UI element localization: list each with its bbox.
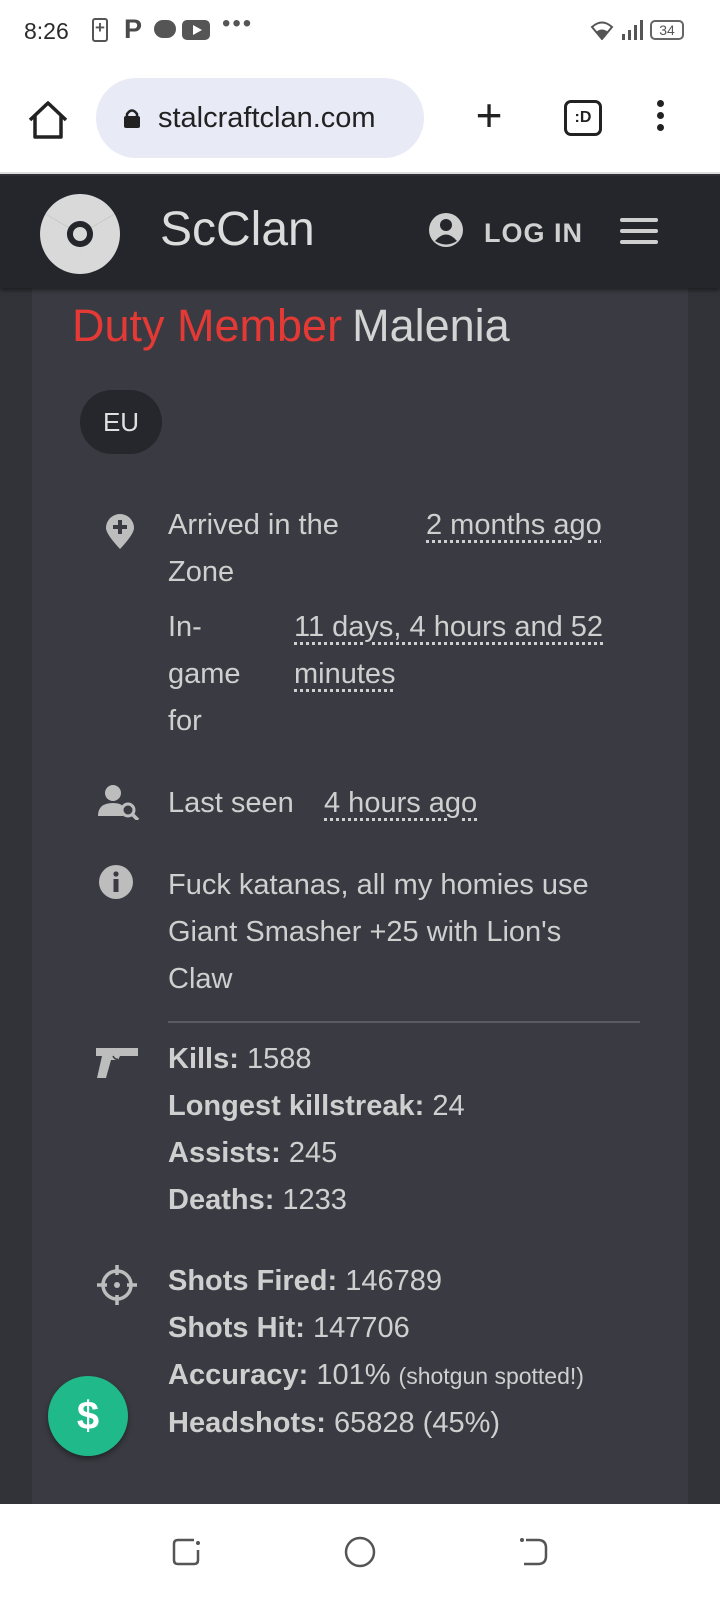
login-label: LOG IN xyxy=(484,218,583,248)
back-icon[interactable] xyxy=(518,1536,550,1568)
hamburger-menu-icon[interactable] xyxy=(620,218,658,246)
new-tab-button[interactable]: + xyxy=(470,92,508,140)
player-name: Malenia xyxy=(352,300,510,351)
youtube-icon xyxy=(182,20,210,40)
lock-icon xyxy=(124,109,140,128)
signal-icon xyxy=(622,20,643,40)
browser-menu-button[interactable] xyxy=(654,100,666,140)
browser-toolbar: stalcraftclan.com + :D xyxy=(0,64,720,174)
recents-icon[interactable] xyxy=(170,1536,202,1568)
home-circle-icon[interactable] xyxy=(344,1536,376,1568)
rank-label: Duty Member xyxy=(72,300,343,351)
stat-row-deaths: Deaths: 1233 xyxy=(168,1184,347,1216)
info-icon xyxy=(99,865,133,899)
wifi-icon xyxy=(590,21,614,40)
status-time: 8:26 xyxy=(24,18,69,44)
android-navigation-bar xyxy=(0,1504,720,1600)
stat-row-kills: Kills: 1588 xyxy=(168,1043,312,1075)
menu-dot-icon xyxy=(656,112,664,119)
profile-heading: Duty Member Malenia xyxy=(72,300,510,352)
menu-dot-icon xyxy=(656,124,664,131)
stats-divider xyxy=(168,1021,640,1023)
profile-card: Duty Member Malenia EU Arrived in the Zon… xyxy=(32,288,688,1504)
more-notifications-icon: ••• xyxy=(222,10,254,37)
chat-icon xyxy=(154,20,176,38)
user-search-icon xyxy=(98,785,140,820)
map-pin-plus-icon xyxy=(106,514,134,549)
p-app-icon: P xyxy=(124,14,143,44)
battery-icon: 34 xyxy=(650,20,684,40)
status-bar: 8:26 P ••• 34 xyxy=(0,0,720,64)
home-icon[interactable] xyxy=(26,98,70,142)
pistol-icon xyxy=(96,1048,138,1078)
donate-dollar-button[interactable]: $ xyxy=(48,1376,128,1456)
stat-row-longest-killstreak: Longest killstreak: 24 xyxy=(168,1090,465,1122)
user-circle-icon xyxy=(429,213,463,247)
stat-row-headshots: Headshots: 65828 (45%) xyxy=(168,1407,501,1439)
last-seen-value: 4 hours ago xyxy=(324,787,478,819)
last-seen-label: Last seen xyxy=(168,787,294,819)
stat-row-shots-hit: Shots Hit: 147706 xyxy=(168,1312,410,1344)
stat-row-shots-fired: Shots Fired: 146789 xyxy=(168,1265,443,1297)
region-badge: EU xyxy=(80,390,162,454)
arrived-label: Arrived in the Zone xyxy=(168,509,339,588)
site-navbar: ScClan LOG IN xyxy=(0,176,720,288)
address-bar[interactable]: stalcraftclan.com xyxy=(96,78,424,158)
menu-dot-icon xyxy=(656,100,664,107)
crosshair-icon xyxy=(97,1265,137,1305)
arrived-value: 2 months ago xyxy=(426,509,602,541)
stat-row-accuracy: Accuracy: 101% (shotgun spotted!) xyxy=(168,1359,584,1391)
radiation-logo-icon[interactable] xyxy=(38,192,122,276)
profile-motto: Fuck katanas, all my homies use Giant Sm… xyxy=(168,869,589,995)
battery-charging-icon xyxy=(92,18,108,42)
shooting-stats-list: Shots Fired: 146789 Shots Hit: 147706 Ac… xyxy=(168,1258,584,1447)
tab-switcher-button[interactable]: :D xyxy=(564,100,602,136)
stat-row-assists: Assists: 245 xyxy=(168,1137,338,1169)
ingame-label: In-game for xyxy=(168,611,241,737)
accuracy-note: (shotgun spotted!) xyxy=(398,1363,584,1389)
url-text: stalcraftclan.com xyxy=(158,102,376,134)
ingame-value: 11 days, 4 hours and 52 minutes xyxy=(294,611,604,690)
site-title[interactable]: ScClan xyxy=(160,202,315,257)
combat-stats-list: Kills: 1588 Longest killstreak: 24 Assis… xyxy=(168,1036,465,1224)
